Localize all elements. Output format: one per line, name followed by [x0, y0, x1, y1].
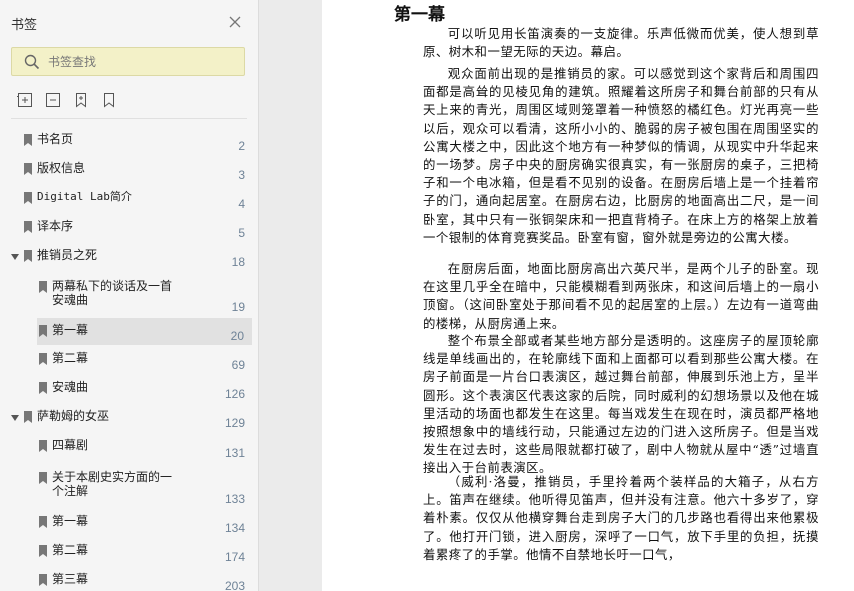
bookmark-page-number: 5	[238, 226, 245, 240]
close-icon[interactable]	[227, 14, 243, 30]
bookmark-page-number: 18	[231, 255, 245, 269]
bookmark-item[interactable]: 第一幕 134	[0, 510, 258, 538]
bookmark-item-selected[interactable]: 第一幕 20	[37, 318, 252, 345]
bookmark-item[interactable]: 第三幕 203	[0, 568, 258, 591]
bookmark-icon	[39, 382, 47, 394]
expand-triangle-icon[interactable]	[11, 415, 19, 421]
bookmark-page-number: 19	[231, 300, 245, 314]
bookmark-page-number: 2	[238, 139, 245, 153]
bookmark-label: 四幕剧	[52, 438, 89, 452]
bookmark-item[interactable]: 书名页 2	[0, 128, 258, 156]
bookmark-item[interactable]: 版权信息 3	[0, 157, 258, 185]
bookmark-icon	[39, 353, 47, 365]
bookmark-label: Digital Lab简介	[37, 190, 132, 203]
bookmark-page-number: 174	[224, 550, 245, 564]
bookmark-item[interactable]: 关于本剧史实方面的一 个注解 133	[0, 465, 258, 509]
bookmark-label: 关于本剧史实方面的一 个注解	[52, 470, 173, 498]
bookmark-item[interactable]: 第二幕 69	[0, 347, 258, 375]
bookmark-search-input[interactable]	[48, 52, 238, 72]
bookmark-label: 萨勒姆的女巫	[37, 409, 110, 423]
bookmark-page-number: 131	[224, 446, 245, 460]
bookmark-page-number: 20	[230, 329, 244, 343]
expand-all-icon[interactable]	[17, 92, 33, 108]
sidebar-title: 书签	[11, 18, 38, 33]
bookmark-icon	[39, 516, 47, 528]
bookmark-page-number: 133	[224, 492, 245, 506]
bookmark-icon	[39, 440, 47, 452]
expand-triangle-icon[interactable]	[11, 254, 19, 260]
collapse-all-icon[interactable]	[45, 92, 61, 108]
bookmark-label: 译本序	[37, 219, 74, 233]
bookmark-icon	[24, 221, 32, 233]
bookmark-page-number: 3	[238, 168, 245, 182]
bookmark-item[interactable]: 第二幕 174	[0, 539, 258, 567]
bookmark-item-expanded[interactable]: 推销员之死 18	[0, 244, 258, 272]
bookmark-icon	[24, 250, 32, 262]
divider	[11, 118, 247, 119]
bookmark-icon	[39, 472, 47, 484]
bookmark-item[interactable]: 安魂曲 126	[0, 376, 258, 404]
paragraph: （威利·洛曼，推销员，手里拎着两个装样品的大箱子，从右方上。笛声在继续。他听得见…	[423, 474, 819, 562]
bookmark-page-number: 134	[224, 521, 245, 535]
document-page: 第一幕 可以听见用长笛演奏的一支旋律。乐声低微而优美，使人想到草原、树木和一望无…	[322, 0, 854, 591]
bookmark-label: 书名页	[37, 132, 74, 146]
bookmark-item[interactable]: 两幕私下的谈话及一首 安魂曲 19	[0, 273, 258, 317]
bookmark-icon	[39, 574, 47, 586]
bookmark-label: 第一幕	[52, 323, 89, 337]
search-icon	[24, 54, 40, 74]
bookmark-label: 第二幕	[52, 351, 89, 365]
paragraph: 在厨房后面，地面比厨房高出六英尺半，是两个儿子的卧室。现在这里几乎全在暗中，只能…	[423, 261, 819, 331]
bookmark-label: 第三幕	[52, 572, 89, 586]
bookmark-icon	[39, 281, 47, 293]
bookmark-page-number: 69	[231, 358, 245, 372]
bookmark-icon	[24, 411, 32, 423]
bookmark-icon[interactable]	[101, 92, 117, 108]
page-heading: 第一幕	[394, 5, 445, 25]
bookmark-icon	[24, 163, 32, 175]
paragraph: 整个布景全部或者某些地方部分是透明的。这座房子的屋顶轮廓线是单线画出的，在轮廓线…	[423, 333, 819, 476]
bookmark-icon	[39, 545, 47, 557]
bookmark-item-expanded[interactable]: 萨勒姆的女巫 129	[0, 405, 258, 433]
add-bookmark-icon[interactable]	[73, 92, 89, 108]
bookmark-label: 两幕私下的谈话及一首 安魂曲	[52, 279, 173, 307]
bookmark-item[interactable]: 四幕剧 131	[0, 434, 258, 464]
bookmark-page-number: 129	[224, 416, 245, 430]
bookmark-sidebar: 书签 书名页 2 版权信息 3 Digital Lab简介 4 译本序	[0, 0, 259, 591]
bookmark-label: 第一幕	[52, 514, 89, 528]
bookmark-icon	[24, 192, 32, 204]
bookmark-label: 第二幕	[52, 543, 89, 557]
bookmark-item[interactable]: Digital Lab简介 4	[0, 186, 258, 214]
bookmark-page-number: 203	[224, 579, 245, 591]
paragraph: 可以听见用长笛演奏的一支旋律。乐声低微而优美，使人想到草原、树木和一望无际的天边…	[423, 26, 819, 60]
bookmark-icon	[24, 134, 32, 146]
paragraph: 观众面前出现的是推销员的家。可以感觉到这个家背后和周围四面都是高耸的见棱见角的建…	[423, 66, 819, 245]
bookmark-label: 安魂曲	[52, 380, 89, 394]
bookmark-label: 推销员之死	[37, 248, 98, 262]
bookmark-search-box[interactable]	[11, 47, 245, 76]
bookmark-page-number: 4	[238, 197, 245, 211]
bookmark-item[interactable]: 译本序 5	[0, 215, 258, 243]
bookmark-page-number: 126	[224, 387, 245, 401]
bookmark-label: 版权信息	[37, 161, 86, 175]
bookmark-icon	[39, 325, 47, 337]
